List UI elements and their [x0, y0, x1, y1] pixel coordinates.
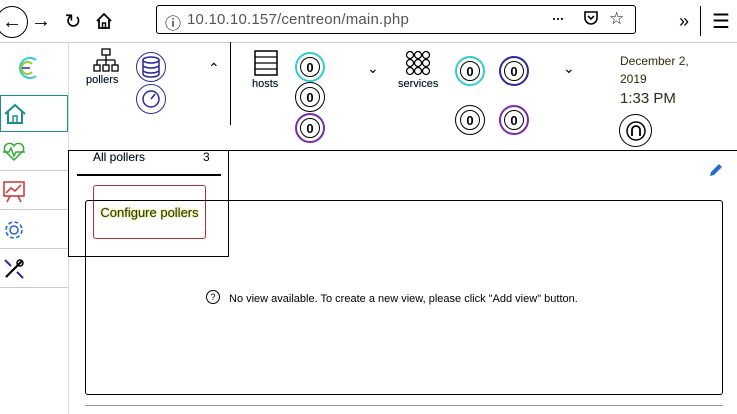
empty-view-text: No view available. To create a new view,…	[229, 293, 578, 305]
chevron-up-icon[interactable]: ⌃	[208, 60, 220, 77]
chevron-down-icon[interactable]: ⌄	[563, 60, 575, 77]
top-header: pollers ⌃ hosts 0 0 0 ⌄ services 0 0 0 0…	[68, 42, 737, 151]
chart-board-icon	[3, 181, 25, 203]
centreon-logo	[14, 54, 42, 87]
pollers-label: pollers	[86, 74, 119, 86]
back-button[interactable]: ←	[0, 6, 28, 38]
reload-icon: ↻	[64, 10, 82, 33]
hosts-pending-count[interactable]: 0	[295, 113, 325, 143]
footer-divider	[85, 405, 723, 406]
hosts-unreachable-count[interactable]: 0	[295, 82, 325, 112]
current-time: 1:33 PM	[620, 90, 676, 107]
services-critical-count[interactable]: 0	[455, 56, 485, 86]
services-grid-icon	[405, 50, 431, 76]
home-icon	[4, 103, 26, 124]
info-icon: ⓘ	[165, 16, 182, 33]
hamburger-icon: ☰	[712, 10, 730, 33]
database-status[interactable]	[136, 52, 166, 82]
latency-status[interactable]	[136, 84, 166, 114]
dropdown-divider	[77, 174, 221, 176]
services-label: services	[398, 78, 439, 90]
services-pending-count[interactable]: 0	[499, 105, 529, 135]
browser-toolbar: ← → ↻ ⓘ 10.10.10.157/centreon/main.php ·…	[0, 0, 737, 43]
hosts-label: hosts	[252, 78, 279, 90]
edit-icon[interactable]	[708, 162, 724, 183]
toolbar-divider	[700, 6, 701, 36]
reload-button[interactable]: ↻	[60, 8, 86, 34]
double-chevron-right-icon: »	[678, 10, 689, 31]
user-menu-button[interactable]	[619, 114, 652, 147]
arrow-right-icon: →	[31, 9, 51, 32]
sidebar-item-monitoring[interactable]	[0, 134, 68, 171]
forward-button[interactable]: →	[28, 8, 54, 34]
url-bar[interactable]: ⓘ 10.10.10.157/centreon/main.php ··· ☆	[156, 5, 636, 34]
pocket-icon[interactable]	[583, 10, 599, 31]
arrow-left-icon: ←	[2, 10, 22, 33]
overflow-button[interactable]: »	[671, 8, 697, 34]
help-icon: ?	[206, 290, 220, 304]
server-icon	[254, 50, 278, 76]
sidebar	[0, 42, 69, 414]
services-warning-count[interactable]: 0	[499, 56, 529, 86]
more-icon[interactable]: ···	[551, 8, 565, 29]
chevron-down-icon[interactable]: ⌄	[367, 60, 379, 77]
sidebar-item-home[interactable]	[0, 95, 68, 132]
all-pollers-count: 3	[203, 150, 210, 164]
gauge-icon	[142, 90, 160, 108]
star-icon[interactable]: ☆	[609, 9, 624, 29]
current-date: December 2, 2019	[620, 54, 689, 86]
home-icon	[96, 12, 112, 29]
user-icon	[625, 120, 646, 141]
menu-button[interactable]: ☰	[708, 8, 734, 34]
url-text[interactable]: 10.10.10.157/centreon/main.php	[187, 11, 409, 28]
all-pollers-label[interactable]: All pollers	[93, 150, 145, 164]
hosts-down-count[interactable]: 0	[295, 52, 325, 82]
sidebar-item-reporting[interactable]	[0, 173, 68, 210]
database-icon	[142, 56, 160, 78]
sidebar-item-administration[interactable]	[0, 251, 68, 288]
services-unknown-count[interactable]: 0	[455, 105, 485, 135]
sidebar-item-configuration[interactable]	[0, 212, 68, 249]
network-icon	[93, 48, 119, 72]
header-divider	[230, 42, 231, 125]
tools-icon	[4, 259, 24, 279]
gear-icon	[5, 221, 23, 239]
heartbeat-icon	[3, 142, 25, 162]
home-button[interactable]	[91, 8, 117, 34]
